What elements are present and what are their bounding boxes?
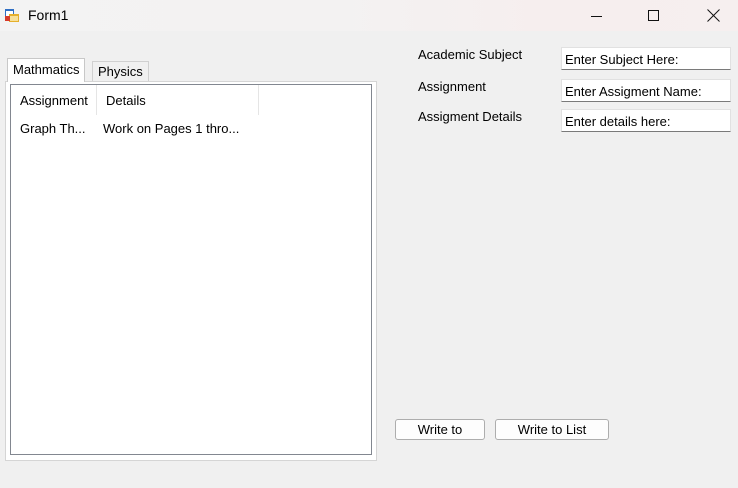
academic-subject-label: Academic Subject [418,47,523,62]
close-button[interactable] [684,0,738,31]
minimize-icon [591,15,602,17]
column-header-details[interactable]: Details [97,85,259,115]
maximize-button[interactable] [625,0,683,31]
column-header-assignment[interactable]: Assignment [11,85,97,115]
write-to-button[interactable]: Write to [395,419,485,440]
window-title: Form1 [28,7,69,23]
tab-mathmatics[interactable]: Mathmatics [7,58,86,82]
assignment-details-label: Assigment Details [418,109,523,124]
list-item-assignment: Graph Th... [20,121,86,136]
list-item-details: Work on Pages 1 thro... [103,121,240,136]
minimize-button[interactable] [568,0,626,31]
assignment-input[interactable] [561,79,731,102]
assignment-label: Assignment [418,79,486,94]
write-to-list-button[interactable]: Write to List [495,419,609,440]
title-bar: Form1 [0,0,738,31]
academic-subject-input[interactable] [561,47,731,70]
tab-physics[interactable]: Physics [92,61,149,82]
close-icon [706,9,720,22]
assignment-details-input[interactable] [561,109,731,132]
maximize-icon [648,9,659,21]
assignment-list-view[interactable]: Assignment Details Graph Th... Work on P… [10,84,372,455]
app-icon[interactable] [4,7,20,23]
